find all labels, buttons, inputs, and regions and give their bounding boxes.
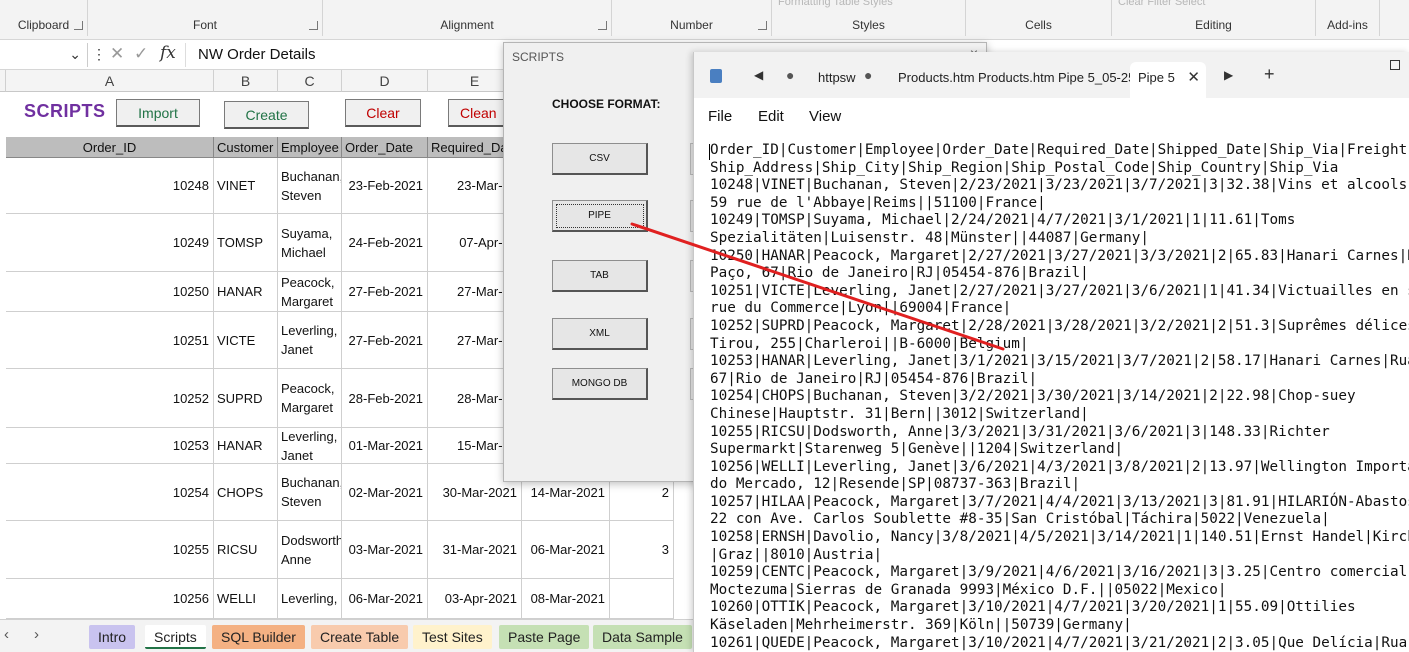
annotation-arrow: [630, 222, 1005, 351]
annotation-arrow-line: [630, 222, 1005, 351]
